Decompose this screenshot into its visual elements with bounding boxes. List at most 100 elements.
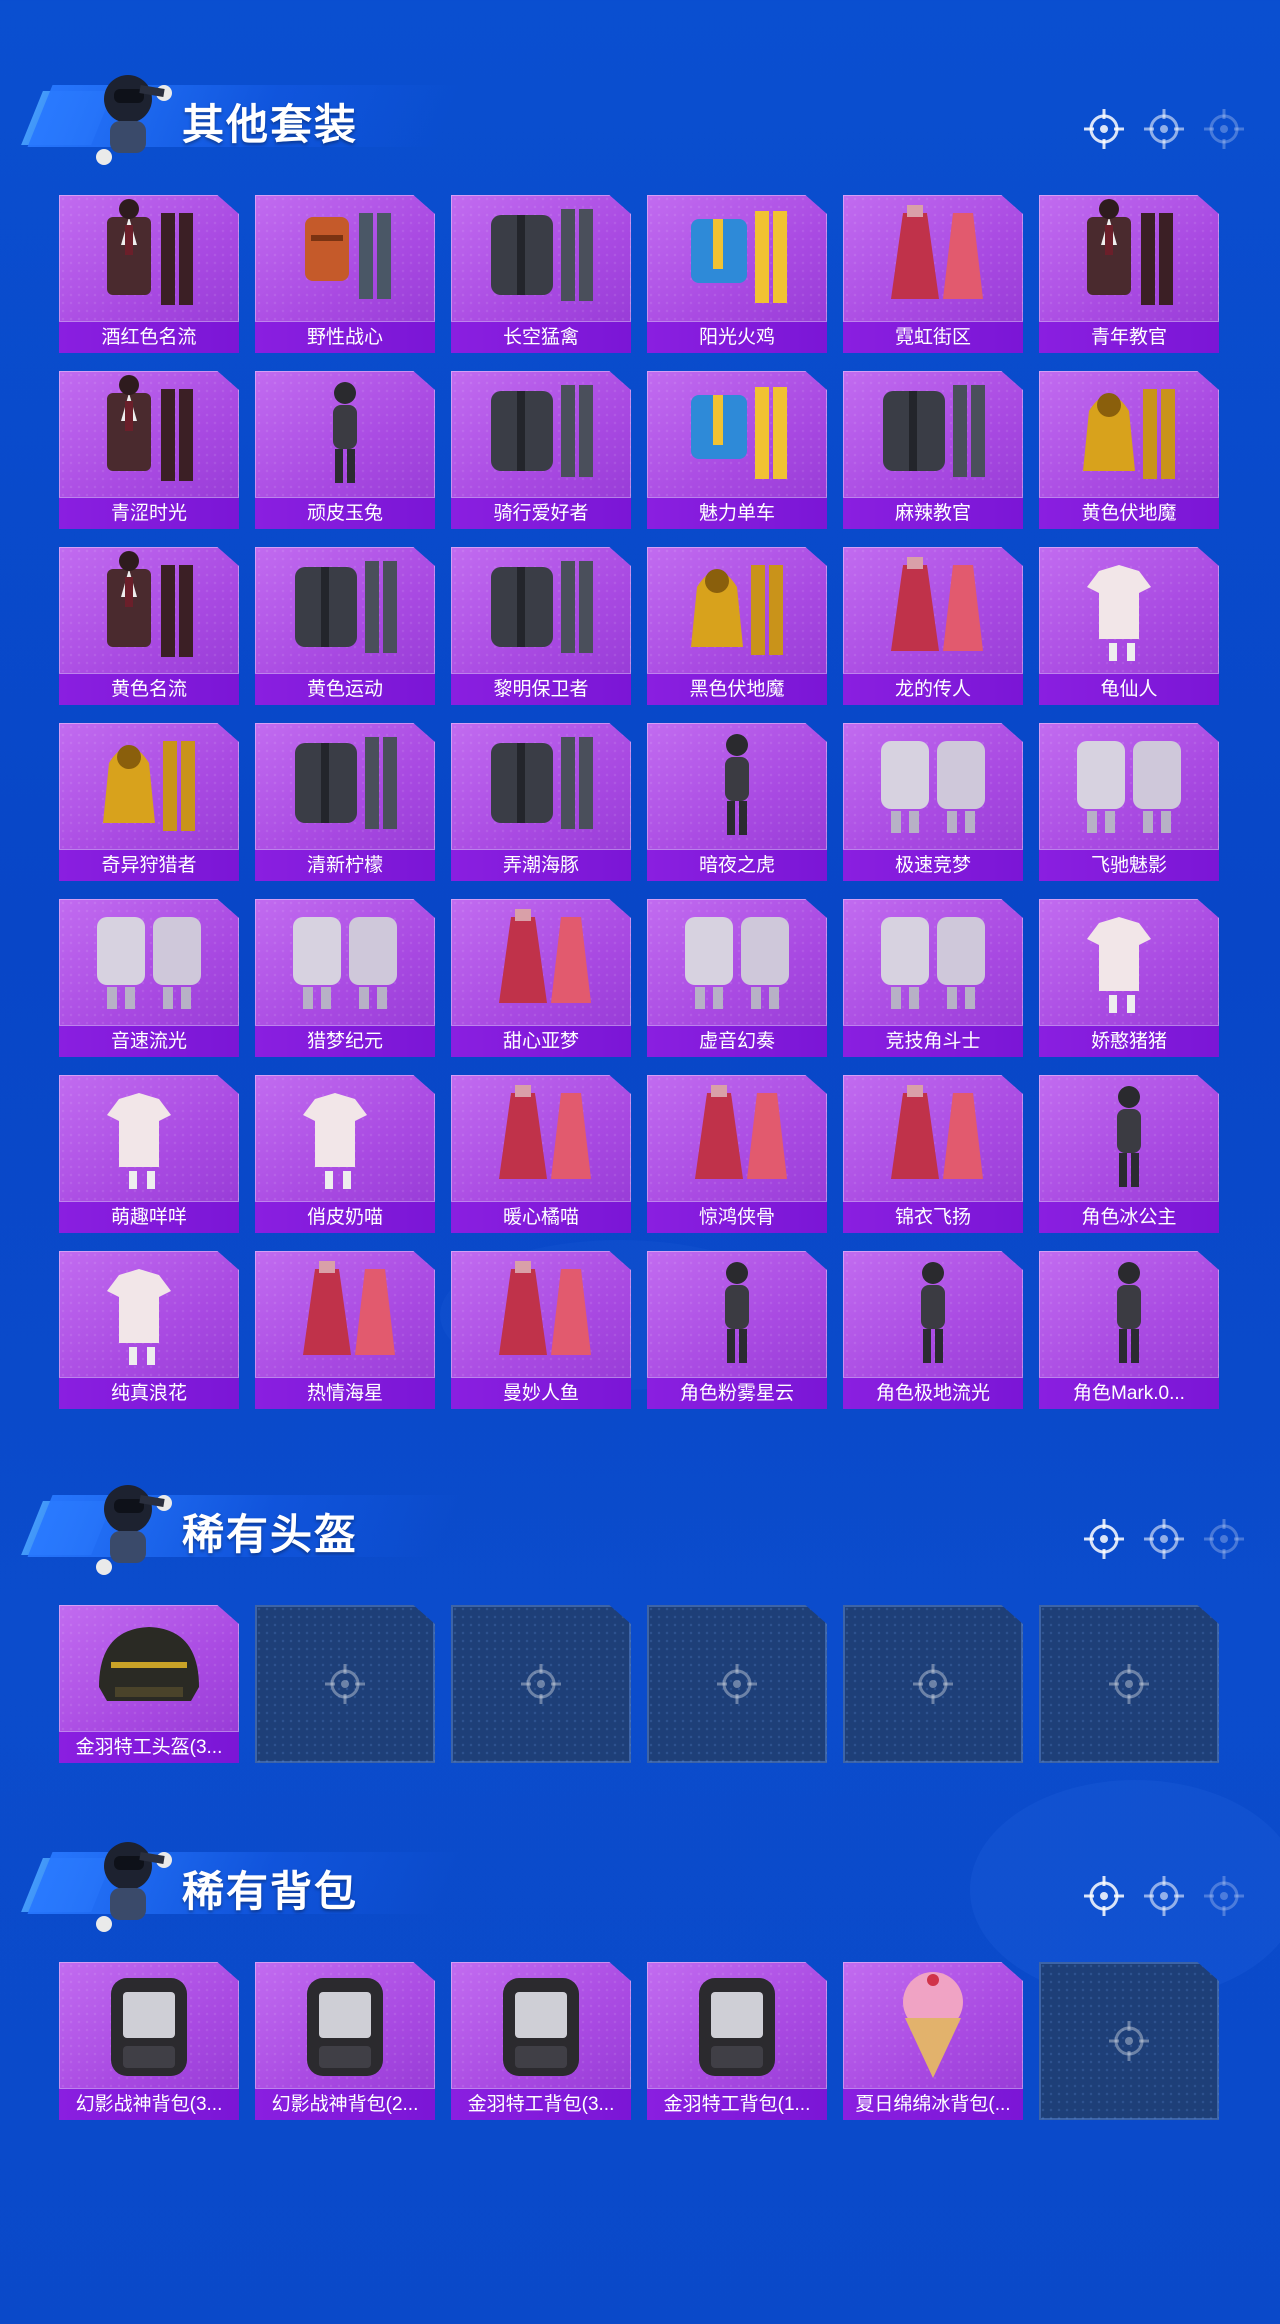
item-card[interactable]: 龟仙人	[1039, 547, 1219, 705]
item-card[interactable]: 野性战心	[255, 195, 435, 353]
crosshair-icon	[1142, 1517, 1186, 1561]
item-card[interactable]: 甜心亚梦	[451, 899, 631, 1057]
casual-icon	[647, 195, 827, 319]
empty-slot	[647, 1605, 827, 1763]
item-name: 甜心亚梦	[451, 1025, 631, 1057]
item-card[interactable]: 曼妙人鱼	[451, 1251, 631, 1409]
crosshair-icon	[717, 1664, 757, 1704]
shirt-icon	[255, 1075, 435, 1199]
item-name: 虚音幻奏	[647, 1025, 827, 1057]
item-card[interactable]: 黄色伏地魔	[1039, 371, 1219, 529]
item-card[interactable]: 龙的传人	[843, 547, 1023, 705]
crosshair-icon	[1202, 1517, 1246, 1561]
item-card[interactable]: 夏日绵绵冰背包(...	[843, 1962, 1023, 2120]
item-card[interactable]: 青涩时光	[59, 371, 239, 529]
item-card[interactable]: 幻影战神背包(3...	[59, 1962, 239, 2120]
reticle-group	[1082, 1874, 1246, 1918]
item-card[interactable]: 顽皮玉兔	[255, 371, 435, 529]
shirt-icon	[59, 1075, 239, 1199]
armor-icon	[647, 899, 827, 1023]
item-card[interactable]: 弄潮海豚	[451, 723, 631, 881]
icecream-icon	[843, 1962, 1023, 2086]
suit-icon	[59, 195, 239, 319]
item-card[interactable]: 俏皮奶喵	[255, 1075, 435, 1233]
item-card[interactable]: 清新柠檬	[255, 723, 435, 881]
item-card[interactable]: 虚音幻奏	[647, 899, 827, 1057]
item-card[interactable]: 惊鸿侠骨	[647, 1075, 827, 1233]
item-card[interactable]: 霓虹街区	[843, 195, 1023, 353]
item-name: 骑行爱好者	[451, 497, 631, 529]
hoodie-icon	[647, 547, 827, 671]
item-card[interactable]: 暗夜之虎	[647, 723, 827, 881]
item-card[interactable]: 飞驰魅影	[1039, 723, 1219, 881]
item-card[interactable]: 黎明保卫者	[451, 547, 631, 705]
dress-icon	[451, 899, 631, 1023]
item-card[interactable]: 奇异狩猎者	[59, 723, 239, 881]
crosshair-icon	[325, 1664, 365, 1704]
item-name: 黄色名流	[59, 673, 239, 705]
item-name: 角色极地流光	[843, 1377, 1023, 1409]
item-card[interactable]: 黄色名流	[59, 547, 239, 705]
item-card[interactable]: 暖心橘喵	[451, 1075, 631, 1233]
item-name: 暖心橘喵	[451, 1201, 631, 1233]
crosshair-icon	[1082, 1874, 1126, 1918]
item-card[interactable]: 极速竞梦	[843, 723, 1023, 881]
helmet-icon	[59, 1605, 239, 1729]
item-card[interactable]: 金羽特工背包(1...	[647, 1962, 827, 2120]
item-name: 金羽特工背包(3...	[451, 2088, 631, 2120]
item-name: 角色冰公主	[1039, 1201, 1219, 1233]
vest-icon	[255, 195, 435, 319]
shirt-icon	[1039, 899, 1219, 1023]
item-card[interactable]: 黑色伏地魔	[647, 547, 827, 705]
item-name: 猎梦纪元	[255, 1025, 435, 1057]
item-card[interactable]: 萌趣咩咩	[59, 1075, 239, 1233]
empty-slot	[1039, 1962, 1219, 2120]
item-card[interactable]: 角色Mark.0...	[1039, 1251, 1219, 1409]
item-card[interactable]: 金羽特工背包(3...	[451, 1962, 631, 2120]
crosshair-icon	[1142, 107, 1186, 151]
hoodie-icon	[59, 723, 239, 847]
armor-icon	[59, 899, 239, 1023]
item-name: 野性战心	[255, 321, 435, 353]
section: 稀有头盔 金羽特工头盔(3...	[0, 1465, 1280, 1763]
item-card[interactable]: 阳光火鸡	[647, 195, 827, 353]
hoodie-icon	[1039, 371, 1219, 495]
item-card[interactable]: 骑行爱好者	[451, 371, 631, 529]
item-card[interactable]: 长空猛禽	[451, 195, 631, 353]
item-grid: 幻影战神背包(3... 幻影战神背包(2... 金羽特工背包(3... 金羽特工背包(…	[59, 1962, 1219, 2120]
item-name: 金羽特工背包(1...	[647, 2088, 827, 2120]
backpack-icon	[451, 1962, 631, 2086]
item-name: 霓虹街区	[843, 321, 1023, 353]
jacket-icon	[451, 547, 631, 671]
armor-icon	[843, 723, 1023, 847]
item-card[interactable]: 角色冰公主	[1039, 1075, 1219, 1233]
item-card[interactable]: 幻影战神背包(2...	[255, 1962, 435, 2120]
item-card[interactable]: 娇憨猪猪	[1039, 899, 1219, 1057]
item-name: 清新柠檬	[255, 849, 435, 881]
item-name: 酒红色名流	[59, 321, 239, 353]
item-name: 角色Mark.0...	[1039, 1377, 1219, 1409]
item-card[interactable]: 纯真浪花	[59, 1251, 239, 1409]
item-card[interactable]: 热情海星	[255, 1251, 435, 1409]
section-header: 稀有头盔	[0, 1465, 1280, 1585]
item-card[interactable]: 魅力单车	[647, 371, 827, 529]
empty-slot	[451, 1605, 631, 1763]
item-card[interactable]: 酒红色名流	[59, 195, 239, 353]
figure-icon	[1039, 1075, 1219, 1199]
item-card[interactable]: 金羽特工头盔(3...	[59, 1605, 239, 1763]
item-card[interactable]: 音速流光	[59, 899, 239, 1057]
item-card[interactable]: 麻辣教官	[843, 371, 1023, 529]
item-card[interactable]: 竞技角斗士	[843, 899, 1023, 1057]
item-name: 惊鸿侠骨	[647, 1201, 827, 1233]
item-name: 角色粉雾星云	[647, 1377, 827, 1409]
item-card[interactable]: 角色极地流光	[843, 1251, 1023, 1409]
item-card[interactable]: 锦衣飞扬	[843, 1075, 1023, 1233]
item-card[interactable]: 角色粉雾星云	[647, 1251, 827, 1409]
jacket-icon	[843, 371, 1023, 495]
item-card[interactable]: 青年教官	[1039, 195, 1219, 353]
item-card[interactable]: 黄色运动	[255, 547, 435, 705]
item-name: 奇异狩猎者	[59, 849, 239, 881]
item-card[interactable]: 猎梦纪元	[255, 899, 435, 1057]
dress-icon	[843, 195, 1023, 319]
empty-slot	[255, 1605, 435, 1763]
